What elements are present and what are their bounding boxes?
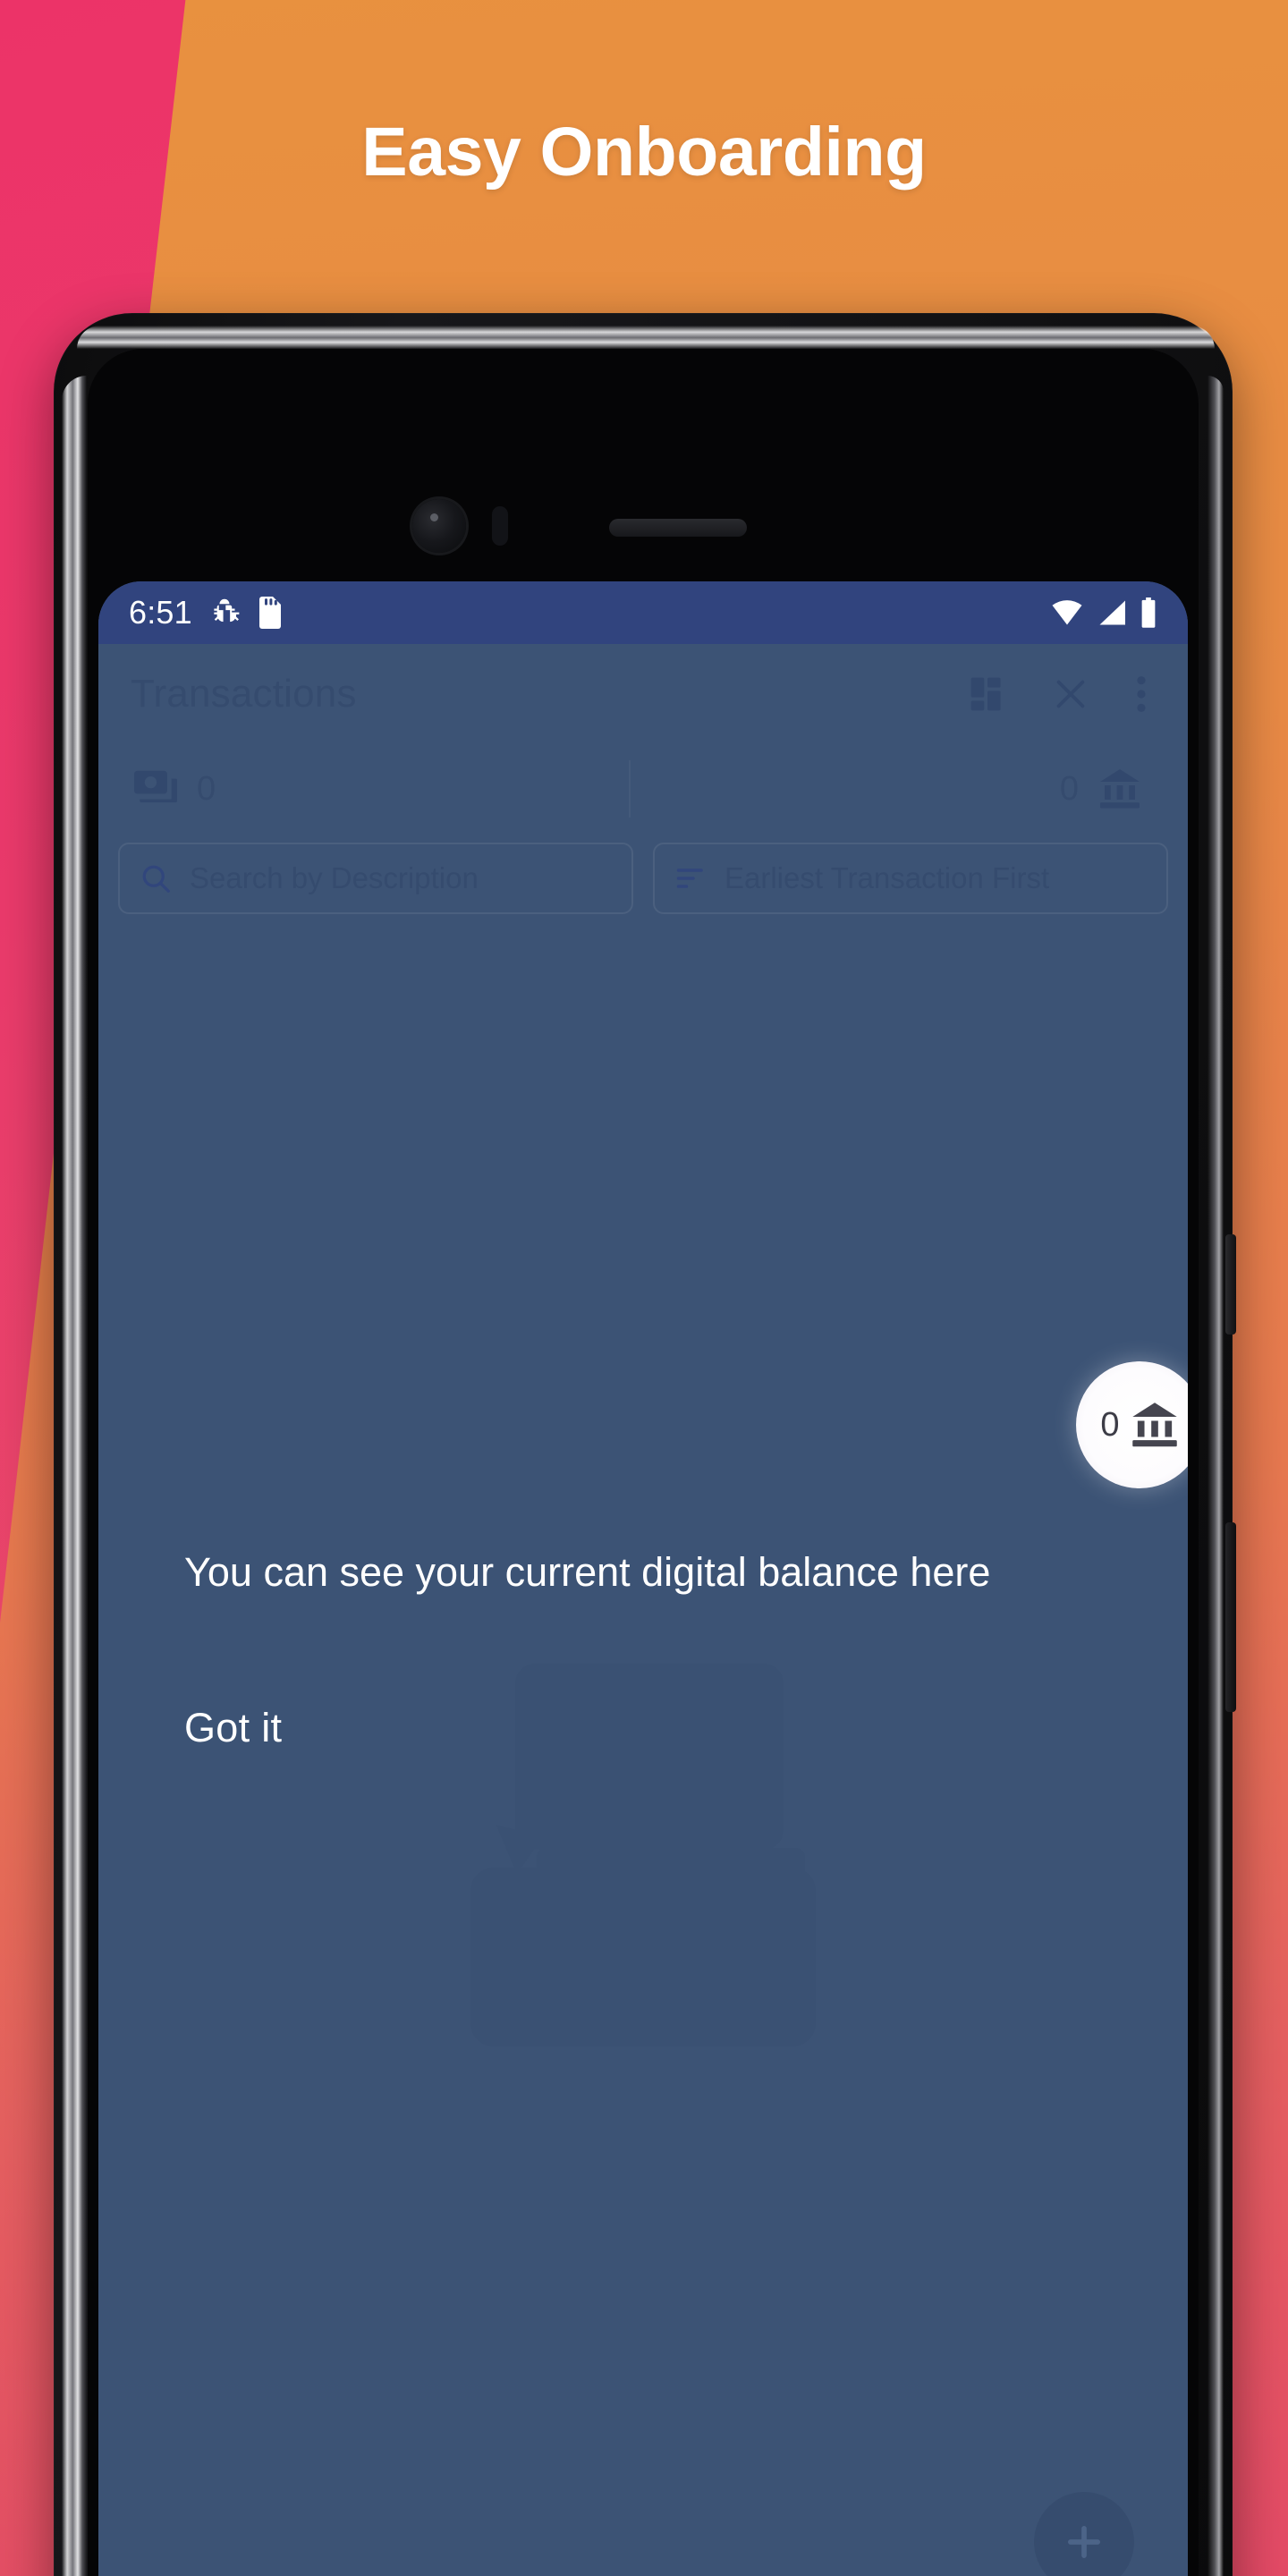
coach-mark-got-it-button[interactable]: Got it [184,1705,282,1751]
front-camera-icon [412,499,466,553]
close-icon[interactable] [1050,674,1091,715]
spotlight-balance-value: 0 [1100,1405,1120,1444]
sort-select[interactable]: Earliest Transaction First [653,843,1168,914]
cash-money-icon [134,770,177,803]
search-input-placeholder: Search by Description [190,861,479,894]
app-bar: Transactions [98,644,1188,744]
status-bar: 6:51 [98,581,1188,644]
status-bar-right-icons [1050,597,1157,628]
proximity-sensor-icon [492,506,508,546]
wallet-shape [470,1868,816,2046]
cellular-signal-icon [1099,600,1125,625]
phone-mockup: 6:51 Transactions 0 0 Search by Descript… [54,313,1236,2576]
coach-mark-spotlight[interactable]: 0 [1076,1361,1188,1488]
bank-icon [1131,1402,1177,1447]
status-bar-clock: 6:51 [129,594,192,631]
balance-row: 0 0 [118,748,1168,830]
filter-row: Search by Description Earliest Transacti… [98,830,1188,914]
battery-icon [1141,597,1156,628]
status-bar-left-icons [208,597,284,629]
dashboard-grid-icon[interactable] [968,674,1007,714]
search-input[interactable]: Search by Description [118,843,633,914]
phone-rail-right [1208,376,1224,2576]
search-icon [142,865,170,893]
android-debug-icon [214,598,240,623]
page-title: Transactions [131,672,357,716]
wifi-icon [1052,600,1082,625]
coach-mark-scrim [98,644,1188,2576]
speech-bubble-shape [515,1664,784,1850]
phone-screen: 6:51 Transactions 0 0 Search by Descript… [98,581,1188,2576]
phone-rail-left [62,376,87,2576]
sort-select-value: Earliest Transaction First [724,861,1050,894]
volume-button[interactable] [1225,1522,1236,1712]
sd-card-icon [258,597,281,629]
bank-icon [1100,769,1140,809]
sort-icon [676,869,703,888]
add-transaction-fab[interactable] [1034,2492,1134,2576]
phone-rail-top [77,326,1215,349]
app-bar-actions [968,674,1156,715]
plus-icon [1068,2526,1100,2558]
coach-mark-message: You can see your current digital balance… [184,1549,991,1595]
phone-bezel: 6:51 Transactions 0 0 Search by Descript… [88,349,1199,2576]
promo-headline: Easy Onboarding [361,114,927,191]
promo-canvas: Easy Onboarding 6:51 Transactions 0 0 Se… [0,0,1288,2576]
cash-balance-value: 0 [197,769,216,808]
overflow-menu-icon[interactable] [1134,674,1148,715]
app-surface: Transactions 0 0 Search by Description E… [98,644,1188,2576]
bank-balance-value: 0 [1059,769,1079,808]
bank-balance-cell[interactable]: 0 [631,748,1168,830]
empty-state-illustration [451,1664,835,2048]
cash-balance-cell[interactable]: 0 [118,748,629,830]
earpiece-speaker [609,519,747,537]
power-button[interactable] [1225,1234,1236,1335]
